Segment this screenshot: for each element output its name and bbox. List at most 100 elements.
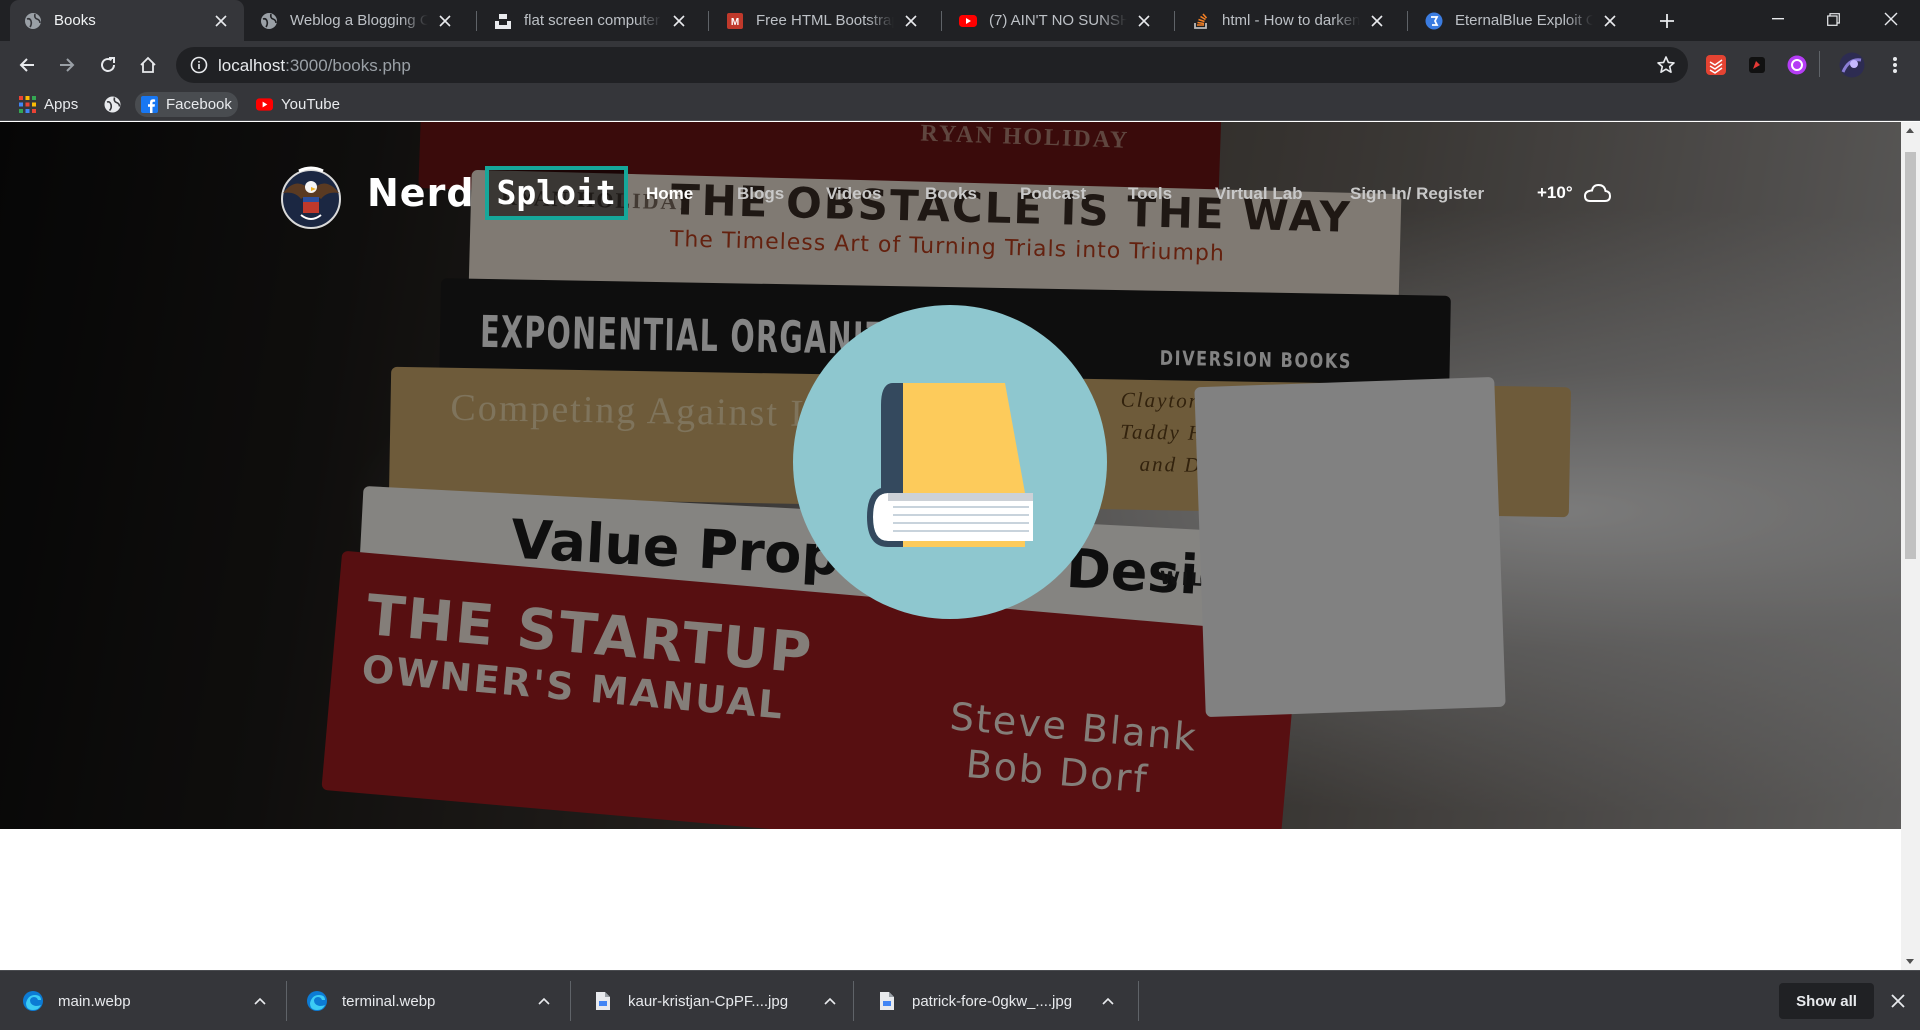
- close-tab-icon[interactable]: [1601, 12, 1619, 30]
- unsplash-icon: [494, 12, 512, 30]
- download-item[interactable]: patrick-fore-0gkw_....jpg: [876, 971, 1116, 1030]
- download-divider: [570, 981, 571, 1021]
- bookmark-facebook[interactable]: Facebook: [135, 92, 238, 117]
- download-filename: kaur-kristjan-CpPF....jpg: [628, 992, 789, 1010]
- url-host: localhost: [218, 56, 286, 75]
- download-divider: [286, 981, 287, 1021]
- tab-divider: [1407, 11, 1408, 31]
- avatar[interactable]: [1839, 52, 1865, 78]
- menu-blogs[interactable]: Blogs: [737, 184, 784, 204]
- download-item[interactable]: main.webp: [22, 971, 268, 1030]
- menu-books[interactable]: Books: [925, 184, 977, 204]
- book-icon: [867, 383, 1033, 547]
- download-item[interactable]: terminal.webp: [306, 971, 552, 1030]
- close-tab-icon[interactable]: [212, 12, 230, 30]
- tab-divider: [708, 11, 709, 31]
- address-bar[interactable]: localhost:3000/books.php: [176, 47, 1688, 83]
- back-icon[interactable]: [12, 50, 42, 80]
- download-filename: patrick-fore-0gkw_....jpg: [912, 992, 1073, 1010]
- close-shelf-icon[interactable]: [1888, 991, 1908, 1011]
- url-path: :3000/books.php: [285, 56, 411, 75]
- chevron-up-icon[interactable]: [252, 993, 268, 1009]
- edge-icon: [22, 990, 44, 1012]
- tab-divider: [476, 11, 477, 31]
- pen-extension-icon[interactable]: [1746, 54, 1768, 76]
- facebook-icon: [141, 96, 158, 113]
- site-brand[interactable]: Nerd Sploit: [367, 166, 628, 220]
- file-icon: [592, 990, 614, 1012]
- new-tab-icon[interactable]: [1654, 8, 1680, 34]
- menu-dots-icon[interactable]: [1884, 54, 1906, 76]
- site-info-icon[interactable]: [190, 56, 208, 74]
- close-tab-icon[interactable]: [670, 12, 688, 30]
- tab-eternalblue[interactable]: EternalBlue Exploit On: [1411, 0, 1633, 41]
- bookmark-star-icon[interactable]: [1656, 55, 1676, 75]
- chevron-up-icon[interactable]: [1100, 993, 1116, 1009]
- tab-unsplash[interactable]: flat screen computer m: [480, 0, 702, 41]
- reload-icon[interactable]: [93, 50, 123, 80]
- scroll-up-icon[interactable]: [1906, 128, 1914, 133]
- menu-tools[interactable]: Tools: [1128, 184, 1172, 204]
- tab-title: Free HTML Bootstrap V: [756, 12, 894, 29]
- home-icon[interactable]: [133, 50, 163, 80]
- page-scrollbar[interactable]: [1901, 122, 1920, 970]
- download-filename: main.webp: [58, 992, 131, 1010]
- forward-icon[interactable]: [52, 50, 82, 80]
- globe-icon: [24, 12, 42, 30]
- menu-virtual-lab[interactable]: Virtual Lab: [1215, 184, 1303, 204]
- svg-text:M: M: [731, 17, 739, 28]
- color-extension-icon[interactable]: [1786, 54, 1808, 76]
- brand-sploit: Sploit: [484, 166, 628, 220]
- tab-divider: [1174, 11, 1175, 31]
- menu-podcast[interactable]: Podcast: [1020, 184, 1086, 204]
- tab-divider: [941, 11, 942, 31]
- hero-book-badge: [793, 305, 1107, 619]
- tab-title: (7) AIN'T NO SUNSHIN: [989, 12, 1127, 29]
- close-tab-icon[interactable]: [1135, 12, 1153, 30]
- minimize-icon[interactable]: [1755, 0, 1801, 38]
- bookmarks-bar: Apps Facebook YouTube: [0, 88, 1920, 121]
- chevron-up-icon[interactable]: [822, 993, 838, 1009]
- restore-icon[interactable]: [1810, 0, 1856, 38]
- youtube-icon: [959, 12, 977, 30]
- window-close-icon[interactable]: [1868, 0, 1914, 38]
- bookmark-youtube[interactable]: YouTube: [250, 92, 346, 117]
- tab-title: html - How to darken a: [1222, 12, 1360, 29]
- chevron-up-icon[interactable]: [536, 993, 552, 1009]
- tab-bootstrap[interactable]: M Free HTML Bootstrap V: [712, 0, 934, 41]
- cloud-icon: [1583, 183, 1611, 203]
- tab-strip: Books Weblog a Blogging Cat flat screen …: [0, 0, 1920, 41]
- download-divider: [853, 981, 854, 1021]
- bookmark-apps[interactable]: Apps: [13, 92, 84, 117]
- bookmark-label: YouTube: [281, 96, 340, 113]
- close-tab-icon[interactable]: [436, 12, 454, 30]
- close-tab-icon[interactable]: [1368, 12, 1386, 30]
- tab-youtube[interactable]: (7) AIN'T NO SUNSHIN: [945, 0, 1167, 41]
- edge-icon: [306, 990, 328, 1012]
- menu-videos[interactable]: Videos: [826, 184, 881, 204]
- weather-widget: +10°: [1537, 183, 1611, 203]
- scrollbar-thumb[interactable]: [1905, 152, 1916, 559]
- browser-toolbar: localhost:3000/books.php: [0, 41, 1920, 88]
- url-text[interactable]: localhost:3000/books.php: [218, 56, 411, 76]
- page-viewport: RYAN HOLIDAY RYAN HOLIDAY THE OBSTACLE I…: [0, 122, 1901, 970]
- tab-weblog[interactable]: Weblog a Blogging Cat: [246, 0, 468, 41]
- scroll-down-icon[interactable]: [1906, 959, 1914, 964]
- tab-title: Books: [54, 12, 96, 29]
- brand-nerd: Nerd: [367, 171, 475, 215]
- download-filename: terminal.webp: [342, 992, 436, 1010]
- tab-stackoverflow[interactable]: html - How to darken a: [1178, 0, 1400, 41]
- tab-books[interactable]: Books: [10, 0, 244, 41]
- menu-home[interactable]: Home: [646, 184, 693, 204]
- eagle-logo-icon[interactable]: [277, 165, 345, 229]
- tab-title: Weblog a Blogging Cat: [290, 12, 428, 29]
- show-all-button[interactable]: Show all: [1779, 983, 1874, 1019]
- bookmark-globe[interactable]: [98, 92, 127, 117]
- globe-icon: [260, 12, 278, 30]
- menu-sign-in-register[interactable]: Sign In/ Register: [1350, 184, 1484, 204]
- download-item[interactable]: kaur-kristjan-CpPF....jpg: [592, 971, 838, 1030]
- file-icon: [876, 990, 898, 1012]
- todoist-extension-icon[interactable]: [1705, 54, 1727, 76]
- youtube-icon: [256, 96, 273, 113]
- close-tab-icon[interactable]: [902, 12, 920, 30]
